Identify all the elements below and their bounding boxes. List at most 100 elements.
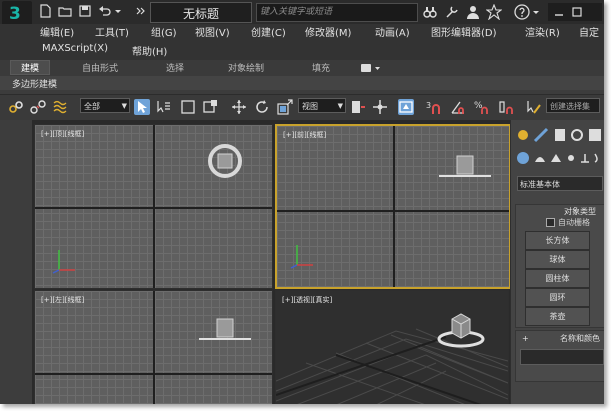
menu-modifiers[interactable]: 修改器(M) xyxy=(305,24,351,39)
grid-axis-vertical xyxy=(153,291,155,404)
bind-to-space-warp-icon[interactable] xyxy=(52,99,68,115)
chevron-down-icon: ▼ xyxy=(121,102,127,110)
create-teapot-button[interactable]: 茶壶 xyxy=(525,307,590,326)
ribbon-tab-populate[interactable]: 填充 xyxy=(312,61,330,74)
pivot-center-icon[interactable] xyxy=(350,99,366,115)
axis-tripod-icon xyxy=(290,245,313,269)
edit-named-selection-icon[interactable] xyxy=(526,99,542,115)
rollout-title[interactable]: 对象类型 xyxy=(564,206,596,217)
menu-animation[interactable]: 动画(A) xyxy=(375,24,410,39)
name-color-rollout: + 名称和颜色 xyxy=(515,330,604,382)
viewport-left[interactable]: [+][左][线框] xyxy=(34,290,273,404)
viewport-label[interactable]: [+][前][线框] xyxy=(283,130,326,140)
menu-group[interactable]: 组(G) xyxy=(151,24,177,39)
favorites-star-icon[interactable] xyxy=(486,4,502,20)
viewport-label[interactable]: [+][左][线框] xyxy=(41,295,84,305)
search-input[interactable] xyxy=(257,4,413,19)
viewport-label[interactable]: [+][顶][线框] xyxy=(41,129,84,139)
menu-help[interactable]: 帮助(H) xyxy=(132,43,167,58)
snaps-toggle-icon[interactable]: 3 xyxy=(426,99,442,115)
command-panel-tabs[interactable] xyxy=(515,126,603,144)
menu-customize[interactable]: 自定 xyxy=(579,24,599,39)
named-selection-placeholder: 创建选择集 xyxy=(550,102,590,111)
viewport-front[interactable]: [+][前][线框] xyxy=(275,124,511,289)
box-object-front[interactable] xyxy=(435,152,495,182)
help-dropdown-icon[interactable] xyxy=(532,4,540,20)
viewport-layout-strip xyxy=(0,120,32,404)
ribbon-panel: 多边形建模 xyxy=(0,76,604,90)
create-torus-button[interactable]: 圆环 xyxy=(525,288,590,307)
torus-object[interactable] xyxy=(205,141,245,181)
selection-filter-dropdown[interactable]: 全部 ▼ xyxy=(80,98,130,113)
window-crossing-icon[interactable] xyxy=(203,99,219,115)
reference-coord-dropdown[interactable]: 视图 ▼ xyxy=(298,98,346,113)
sign-in-user-icon[interactable] xyxy=(465,4,481,20)
ribbon-tab-modeling[interactable]: 建模 xyxy=(10,60,51,75)
ribbon-panel-label[interactable]: 多边形建模 xyxy=(12,77,57,90)
toolbar-overflow-icon[interactable] xyxy=(136,4,146,18)
document-title-box: 无标题 xyxy=(150,2,252,23)
viewport-top[interactable]: [+][顶][线框] xyxy=(34,124,273,289)
object-name-field[interactable] xyxy=(520,349,604,365)
selection-filter-value: 全部 xyxy=(84,102,100,111)
angle-snap-toggle-icon[interactable] xyxy=(450,99,466,115)
select-and-scale-icon[interactable] xyxy=(277,99,293,115)
select-by-name-icon[interactable] xyxy=(156,99,172,115)
menu-views[interactable]: 视图(V) xyxy=(195,24,230,39)
select-and-rotate-icon[interactable] xyxy=(254,99,270,115)
rectangular-selection-region-icon[interactable] xyxy=(180,99,196,115)
app-logo-glyph: 3 xyxy=(9,4,21,24)
document-title: 无标题 xyxy=(183,7,220,21)
save-icon[interactable] xyxy=(78,4,92,18)
create-cylinder-button[interactable]: 圆柱体 xyxy=(525,269,590,288)
select-object-icon[interactable] xyxy=(134,99,150,115)
menu-edit[interactable]: 编辑(E) xyxy=(40,24,74,39)
grid-axis-vertical xyxy=(393,126,395,287)
undo-icon[interactable] xyxy=(98,4,112,18)
primitive-category-select[interactable]: 标准基本体 xyxy=(517,176,603,191)
viewport-perspective[interactable]: [+][透视][真实] xyxy=(275,290,509,404)
menu-create[interactable]: 创建(C) xyxy=(251,24,286,39)
rollout-title[interactable]: 名称和颜色 xyxy=(560,333,600,344)
title-bar: 3 无标题 xyxy=(0,0,604,31)
named-selection-sets-dropdown[interactable]: 创建选择集 xyxy=(546,98,600,113)
unlink-selection-icon[interactable] xyxy=(30,99,46,115)
create-category-icons[interactable] xyxy=(515,150,603,166)
create-sphere-button[interactable]: 球体 xyxy=(525,250,590,269)
maximize-icon[interactable] xyxy=(572,7,582,17)
menu-tools[interactable]: 工具(T) xyxy=(95,24,129,39)
undo-dropdown-icon[interactable] xyxy=(114,4,122,18)
binoculars-icon[interactable] xyxy=(422,4,438,20)
rollout-collapse-icon[interactable]: + xyxy=(522,334,529,343)
menu-bar-left-fill xyxy=(0,24,34,60)
communication-center-icon[interactable] xyxy=(444,4,460,20)
open-folder-icon[interactable] xyxy=(58,4,72,18)
select-and-move-icon[interactable] xyxy=(231,99,247,115)
main-toolbar: 全部 ▼ 视图 ▼ 3 % 创建选择集 xyxy=(0,94,604,121)
menu-graph-editors[interactable]: 图形编辑器(D) xyxy=(431,24,497,39)
ribbon-toggle-icon[interactable] xyxy=(360,63,382,73)
spinner-snap-toggle-icon[interactable] xyxy=(498,99,514,115)
menu-rendering[interactable]: 渲染(R) xyxy=(525,24,560,39)
axis-tripod-icon xyxy=(52,250,75,274)
menu-bar: 编辑(E) 工具(T) 组(G) 视图(V) 创建(C) 修改器(M) 动画(A… xyxy=(34,24,604,60)
perspective-grid xyxy=(276,313,508,404)
viewport-label[interactable]: [+][透视][真实] xyxy=(282,295,332,305)
keyboard-shortcut-override-icon[interactable] xyxy=(398,99,414,115)
help-icon[interactable] xyxy=(514,4,530,20)
ribbon-tab-selection[interactable]: 选择 xyxy=(166,61,184,74)
percent-snap-toggle-icon[interactable]: % xyxy=(474,99,490,115)
search-box[interactable] xyxy=(256,3,418,22)
select-and-manipulate-icon[interactable] xyxy=(372,99,388,115)
autogrid-checkbox[interactable] xyxy=(546,218,555,227)
menu-maxscript[interactable]: MAXScript(X) xyxy=(42,43,108,54)
reference-coord-value: 视图 xyxy=(302,102,318,111)
svg-text:3: 3 xyxy=(426,101,431,110)
create-box-button[interactable]: 长方体 xyxy=(525,231,590,250)
ribbon-tab-object-paint[interactable]: 对象绘制 xyxy=(228,61,264,74)
box-object-left[interactable] xyxy=(195,315,255,345)
select-and-link-icon[interactable] xyxy=(8,99,24,115)
ribbon-tab-freeform[interactable]: 自由形式 xyxy=(82,61,118,74)
new-file-icon[interactable] xyxy=(38,4,52,18)
minimize-icon[interactable] xyxy=(554,7,564,17)
